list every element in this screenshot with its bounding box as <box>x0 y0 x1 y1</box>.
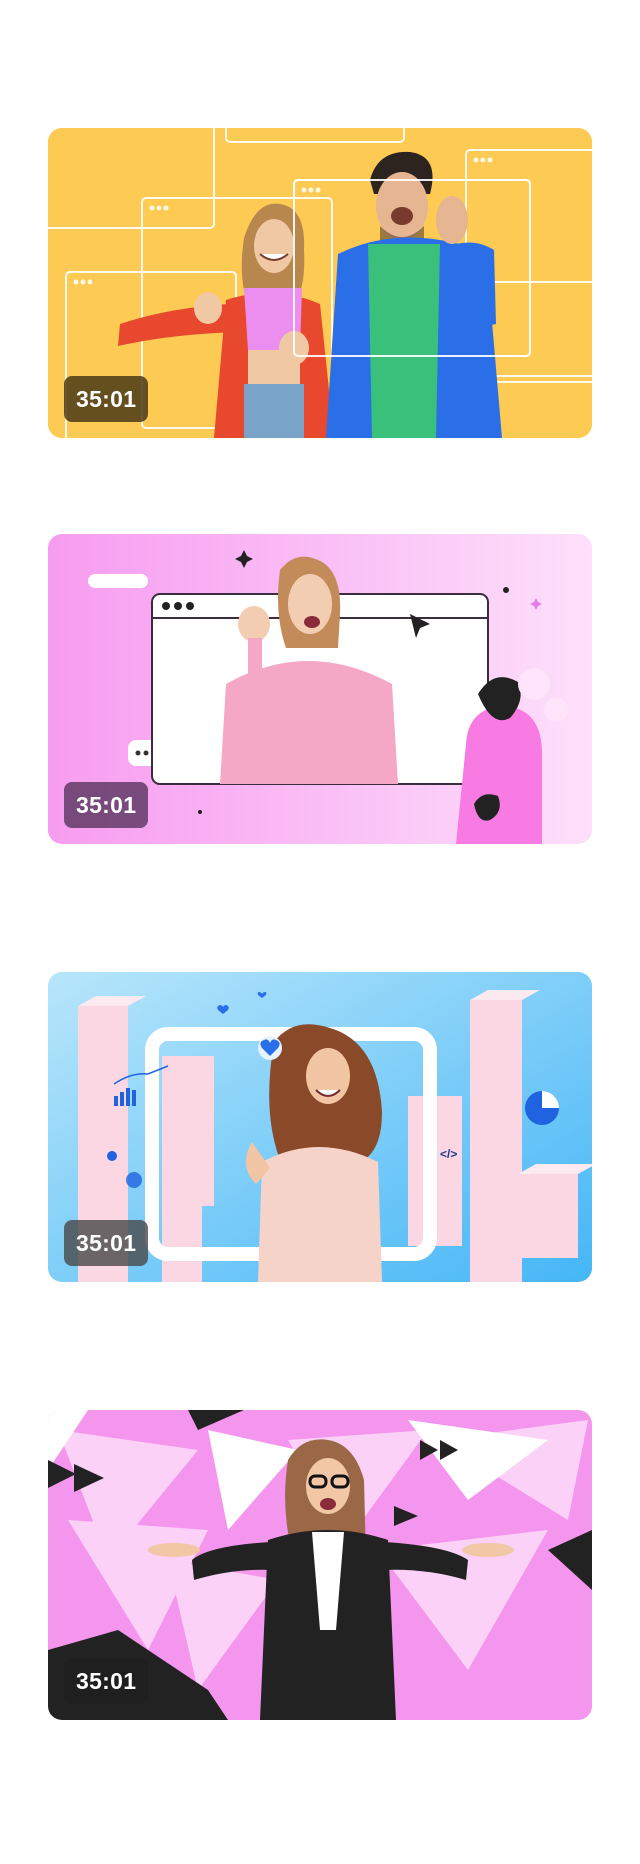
pie-chart-icon <box>525 1091 559 1125</box>
duration-badge: 35:01 <box>64 1220 149 1266</box>
heart-icon <box>258 1036 282 1060</box>
video-card-3[interactable]: </> 35:01 <box>48 972 592 1282</box>
duration-badge: 35:01 <box>64 1658 149 1704</box>
duration-badge: 35:01 <box>64 782 149 828</box>
code-icon: </> <box>440 1147 457 1161</box>
video-card-1[interactable]: 35:01 <box>48 128 592 438</box>
video-card-4[interactable]: 35:01 <box>48 1410 592 1720</box>
video-card-2[interactable]: 35:01 <box>48 534 592 844</box>
duration-badge: 35:01 <box>64 376 149 422</box>
